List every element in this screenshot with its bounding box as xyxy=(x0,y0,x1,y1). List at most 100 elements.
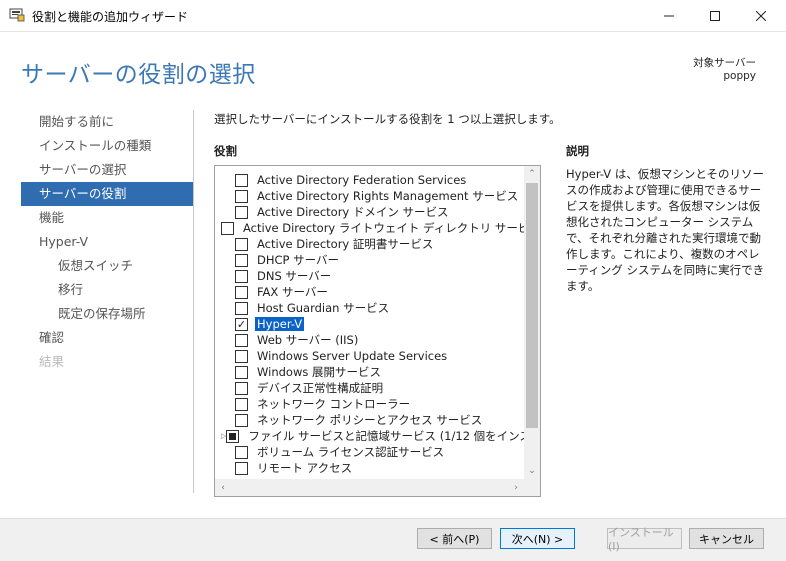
next-button[interactable]: 次へ(N) > xyxy=(500,528,575,549)
role-row[interactable]: Active Directory ドメイン サービス xyxy=(215,204,523,220)
prev-button[interactable]: < 前へ(P) xyxy=(417,528,492,549)
role-checkbox[interactable] xyxy=(235,301,248,315)
role-row[interactable]: ✓ Hyper-V xyxy=(215,316,523,332)
role-row[interactable]: デバイス正常性構成証明 xyxy=(215,380,523,396)
nav-item[interactable]: 機能 xyxy=(21,206,193,230)
role-row[interactable]: DHCP サーバー xyxy=(215,252,523,268)
role-row[interactable]: Active Directory Rights Management サービス xyxy=(215,188,523,204)
role-row[interactable]: ▷ファイル サービスと記憶域サービス (1/12 個をインストール済 xyxy=(215,428,540,444)
role-label: ネットワーク コントローラー xyxy=(257,397,411,411)
role-label: リモート アクセス xyxy=(257,461,353,475)
role-checkbox[interactable] xyxy=(235,365,248,379)
nav-divider xyxy=(193,110,194,493)
minimize-button[interactable] xyxy=(646,0,692,31)
role-checkbox[interactable] xyxy=(221,221,234,235)
role-checkbox[interactable] xyxy=(235,253,248,267)
wizard-nav: 開始する前に インストールの種類 サーバーの選択 サーバーの役割 機能 Hyper-V 仮想… xyxy=(21,110,193,374)
wizard-footer: < 前へ(P) 次へ(N) > インストール(I) キャンセル xyxy=(0,518,786,561)
nav-item[interactable]: 確認 xyxy=(21,326,193,350)
role-checkbox[interactable] xyxy=(235,381,248,395)
scroll-left-icon[interactable]: ‹ xyxy=(215,479,231,496)
minimize-icon xyxy=(664,15,674,16)
role-label: Web サーバー (IIS) xyxy=(257,333,359,347)
role-checkbox[interactable] xyxy=(235,445,248,459)
roles-heading: 役割 xyxy=(214,144,237,158)
nav-item[interactable]: 既定の保存場所 xyxy=(21,302,193,326)
maximize-icon xyxy=(710,10,720,21)
server-manager-icon xyxy=(9,8,25,22)
roles-list-items: Active Directory Federation Services Acti… xyxy=(215,172,540,476)
role-label: DNS サーバー xyxy=(257,269,332,283)
role-label: デバイス正常性構成証明 xyxy=(257,381,384,395)
window-title: 役割と機能の追加ウィザード xyxy=(32,10,189,24)
role-row[interactable]: Web サーバー (IIS) xyxy=(215,332,523,348)
role-label: Windows Server Update Services xyxy=(257,349,448,363)
role-checkbox[interactable] xyxy=(235,349,248,363)
role-checkbox[interactable] xyxy=(235,333,248,347)
nav-item: 結果 xyxy=(39,354,65,369)
role-row[interactable]: FAX サーバー xyxy=(215,284,523,300)
maximize-button[interactable] xyxy=(692,0,738,31)
role-label: Active Directory Rights Management サービス xyxy=(257,189,519,203)
role-label: Hyper-V xyxy=(255,317,305,331)
role-row[interactable]: Windows Server Update Services xyxy=(215,348,523,364)
role-label: Windows 展開サービス xyxy=(257,365,381,379)
scroll-down-icon[interactable]: ⌄ xyxy=(524,463,540,479)
role-label: Active Directory ドメイン サービス xyxy=(257,205,449,219)
role-checkbox[interactable] xyxy=(235,269,248,283)
nav-item[interactable]: 移行 xyxy=(21,278,193,302)
role-checkbox[interactable] xyxy=(235,237,248,251)
scroll-up-icon[interactable]: ⌃ xyxy=(524,166,540,182)
role-row[interactable]: ネットワーク ポリシーとアクセス サービス xyxy=(215,412,523,428)
role-row[interactable]: Active Directory 証明書サービス xyxy=(215,236,523,252)
scroll-right-icon[interactable]: › xyxy=(508,479,524,496)
role-checkbox[interactable] xyxy=(235,173,248,187)
close-button[interactable] xyxy=(738,0,784,31)
close-icon xyxy=(756,10,766,21)
nav-item[interactable]: 開始する前に xyxy=(21,110,193,134)
role-label: Host Guardian サービス xyxy=(257,301,390,315)
role-row[interactable]: DNS サーバー xyxy=(215,268,523,284)
role-row[interactable]: リモート アクセス xyxy=(215,460,523,476)
nav-item[interactable]: 仮想スイッチ xyxy=(21,254,193,278)
description-heading: 説明 xyxy=(566,144,589,158)
role-row[interactable]: Host Guardian サービス xyxy=(215,300,523,316)
description-text: Hyper-V は、仮想マシンとそのリソースの作成および管理に使用できるサービス… xyxy=(566,167,765,293)
role-checkbox[interactable] xyxy=(235,189,248,203)
target-server-label: 対象サーバー xyxy=(693,57,756,69)
nav-item[interactable]: インストールの種類 xyxy=(21,134,193,158)
role-label: ネットワーク ポリシーとアクセス サービス xyxy=(257,413,483,427)
install-button[interactable]: インストール(I) xyxy=(607,526,682,553)
role-row[interactable]: Active Directory ライトウェイト ディレクトリ サービス xyxy=(215,220,540,236)
role-label: Active Directory 証明書サービス xyxy=(257,237,434,251)
role-label: DHCP サーバー xyxy=(257,253,340,267)
role-checkbox[interactable] xyxy=(235,461,248,475)
role-row[interactable]: ネットワーク コントローラー xyxy=(215,396,523,412)
role-row[interactable]: ボリューム ライセンス認証サービス xyxy=(215,444,523,460)
role-label: Active Directory Federation Services xyxy=(257,173,467,187)
role-checkbox[interactable] xyxy=(226,429,240,443)
role-row[interactable]: Active Directory Federation Services xyxy=(215,172,523,188)
roles-list[interactable]: Active Directory Federation Services Acti… xyxy=(214,165,541,497)
horizontal-scrollbar[interactable]: ‹ › xyxy=(215,479,524,496)
role-checkbox[interactable] xyxy=(235,397,248,411)
instruction-text: 選択したサーバーにインストールする役割を 1 つ以上選択します。 xyxy=(214,112,561,126)
nav-item[interactable]: サーバーの役割 xyxy=(21,182,193,206)
scroll-corner xyxy=(524,479,540,496)
role-checkbox[interactable] xyxy=(235,413,248,427)
vertical-scrollbar[interactable]: ⌃ ⌄ xyxy=(524,166,540,479)
role-checkbox[interactable] xyxy=(235,285,248,299)
role-checkbox[interactable] xyxy=(235,205,248,219)
role-label: ファイル サービスと記憶域サービス (1/12 個をインストール済 xyxy=(248,429,540,443)
role-row[interactable]: Windows 展開サービス xyxy=(215,364,523,380)
role-label: FAX サーバー xyxy=(257,285,328,299)
page-title: サーバーの役割の選択 xyxy=(21,62,256,88)
role-label: Active Directory ライトウェイト ディレクトリ サービス xyxy=(243,221,541,235)
role-label: ボリューム ライセンス認証サービス xyxy=(257,445,445,459)
role-checkbox[interactable]: ✓ xyxy=(235,317,248,331)
scroll-thumb[interactable] xyxy=(526,183,538,428)
nav-item[interactable]: サーバーの選択 xyxy=(21,158,193,182)
cancel-button[interactable]: キャンセル xyxy=(689,528,764,549)
nav-item[interactable]: Hyper-V xyxy=(21,230,193,254)
title-bar: 役割と機能の追加ウィザード xyxy=(0,0,786,32)
